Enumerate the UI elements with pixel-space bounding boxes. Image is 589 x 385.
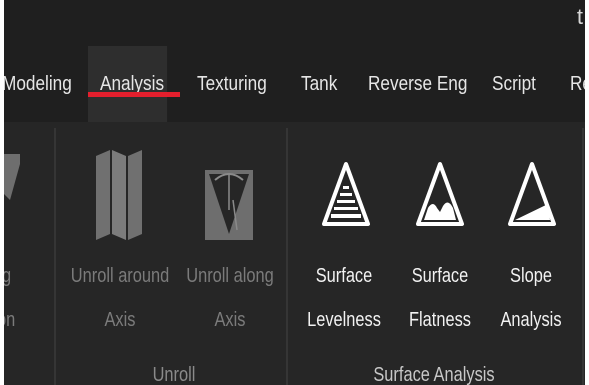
surface-flatness-label-2: Flatness bbox=[409, 309, 471, 331]
unroll-along-axis-label-1: Unroll along bbox=[186, 265, 274, 287]
tab-analysis[interactable]: Analysis bbox=[100, 46, 164, 122]
unroll-along-axis-label-2: Axis bbox=[214, 309, 246, 331]
surface-levelness-icon bbox=[322, 162, 370, 226]
ribbon-tab-bar: Modeling Analysis Texturing Tank Reverse… bbox=[4, 46, 585, 122]
ribbon-panel: ng tion Unroll around Axis Unroll along bbox=[4, 122, 585, 385]
unroll-group-label: Unroll bbox=[152, 364, 196, 385]
unroll-around-axis-label-1: Unroll around bbox=[70, 265, 170, 287]
unroll-around-axis-label-2: Axis bbox=[104, 309, 136, 331]
tab-modeling[interactable]: Modeling bbox=[4, 46, 72, 122]
tab-re[interactable]: Re bbox=[570, 46, 585, 122]
partial-tool-label-1: ng bbox=[4, 256, 27, 296]
tab-reverse-eng[interactable]: Reverse Eng bbox=[368, 46, 467, 122]
tab-texturing[interactable]: Texturing bbox=[197, 46, 267, 122]
surface-levelness-label-2: Levelness bbox=[307, 309, 381, 331]
surface-analysis-group-label: Surface Analysis bbox=[373, 364, 495, 385]
unroll-along-axis-icon bbox=[205, 170, 253, 240]
partial-tool-icon bbox=[4, 154, 20, 200]
window-title: t bbox=[576, 4, 583, 29]
unroll-around-axis-icon bbox=[96, 150, 142, 240]
slope-analysis-label-1: Slope bbox=[510, 265, 552, 287]
slope-analysis-icon bbox=[508, 162, 556, 226]
title-bar: t bbox=[4, 0, 585, 46]
slope-analysis-label-2: Analysis bbox=[500, 309, 562, 331]
active-tab-indicator bbox=[88, 92, 180, 97]
group-separator bbox=[54, 128, 56, 385]
tab-script[interactable]: Script bbox=[492, 46, 536, 122]
group-separator bbox=[286, 128, 288, 385]
app-window: t Modeling Analysis Texturing Tank Rever… bbox=[4, 0, 585, 385]
surface-flatness-label-1: Surface bbox=[411, 265, 469, 287]
partial-tool-label-2: tion bbox=[4, 309, 16, 331]
group-separator bbox=[582, 128, 584, 385]
tab-tank[interactable]: Tank bbox=[301, 46, 337, 122]
surface-levelness-label-1: Surface bbox=[315, 265, 373, 287]
surface-flatness-icon bbox=[416, 162, 464, 226]
